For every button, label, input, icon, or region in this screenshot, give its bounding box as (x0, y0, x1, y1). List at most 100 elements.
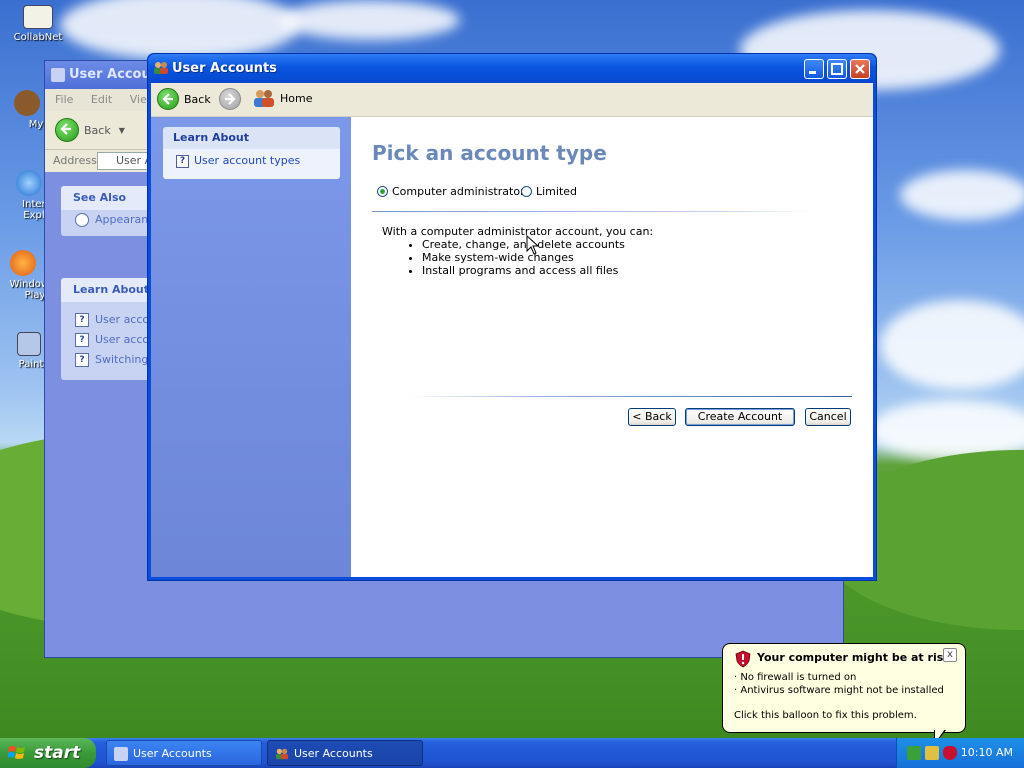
task-label: User Accounts (294, 747, 373, 760)
divider (372, 211, 814, 212)
back-button[interactable]: Back (157, 88, 211, 110)
minimize-icon (809, 71, 816, 74)
radio-label: Computer administrator (392, 185, 525, 198)
toolbar: Back Home (151, 83, 873, 117)
user-icon (14, 90, 40, 116)
back-label: Back (184, 92, 211, 106)
radio-computer-administrator[interactable]: Computer administrator (377, 185, 525, 198)
taskbar-item-user-accounts-1[interactable]: User Accounts (106, 740, 262, 766)
menu-file[interactable]: File (55, 93, 73, 106)
appearance-icon (75, 213, 89, 227)
clock: 10:10 AM (960, 746, 1013, 759)
network-icon[interactable] (907, 746, 921, 760)
security-shield-icon[interactable] (943, 746, 957, 760)
cloud (60, 0, 300, 60)
radio-label: Limited (536, 185, 578, 198)
desktop-icon-collabnet[interactable]: CollabNet (3, 5, 73, 43)
radio-limited[interactable]: Limited (521, 185, 577, 198)
user-accounts-icon (275, 748, 289, 760)
balloon-title: Your computer might be at risk (757, 651, 951, 664)
task-pane: Learn About ? User account types (151, 117, 351, 577)
balloon-action: Click this balloon to fix this problem. (734, 710, 917, 721)
page-title: Pick an account type (372, 141, 607, 165)
learn-about-item[interactable]: ? User account types (163, 149, 340, 173)
back-step-button[interactable]: < Back (628, 408, 676, 426)
user-accounts-icon (51, 68, 65, 82)
create-account-button[interactable]: Create Account (685, 408, 795, 426)
item-label: Appearanc (95, 213, 153, 226)
taskbar: start User Accounts User Accounts 10:10 … (0, 738, 1024, 768)
main-content: Pick an account type Computer administra… (351, 117, 873, 577)
start-label: start (34, 743, 81, 763)
help-icon: ? (75, 333, 89, 347)
cloud (900, 170, 1024, 220)
close-icon (855, 64, 865, 74)
user-accounts-window[interactable]: User Accounts Back Home Learn About ? Us… (147, 53, 877, 581)
window-titlebar[interactable]: User Accounts (148, 54, 876, 83)
taskbar-item-user-accounts-2[interactable]: User Accounts (267, 740, 423, 766)
item-label: Switching u (95, 353, 153, 366)
task-label: User Accounts (133, 747, 212, 760)
learn-about-panel: Learn About ? User accou ? User accou ? Swi… (61, 278, 153, 380)
home-label: Home (280, 91, 313, 105)
back-label: Back (84, 123, 111, 137)
description-intro: With a computer administrator account, y… (382, 225, 654, 238)
user-accounts-icon (154, 62, 168, 74)
user-accounts-icon (114, 747, 128, 761)
balloon-line: · No firewall is turned on (734, 672, 857, 683)
start-button[interactable]: start (0, 738, 96, 768)
balloon-line: · Antivirus software might not be instal… (734, 685, 944, 696)
help-icon: ? (176, 155, 189, 168)
system-tray: 10:10 AM (896, 738, 1024, 768)
address-label: Address (53, 154, 97, 167)
paint-icon (17, 332, 41, 356)
learn-about-panel: Learn About ? User account types (163, 127, 340, 179)
mouse-cursor-icon (526, 235, 540, 255)
update-icon[interactable] (925, 746, 939, 760)
menu-edit[interactable]: Edit (91, 93, 112, 106)
panel-header: See Also (61, 186, 153, 210)
panel-header: Learn About (163, 127, 340, 149)
desktop-icon-label: CollabNet (13, 32, 63, 43)
forward-arrow-icon (219, 88, 241, 110)
security-shield-icon (735, 650, 751, 668)
minimize-button[interactable] (804, 59, 824, 79)
help-icon: ? (75, 353, 89, 367)
internet-explorer-icon (16, 170, 42, 196)
description: With a computer administrator account, y… (382, 225, 653, 277)
item-label: User accou (95, 313, 153, 326)
home-button[interactable]: Home (253, 88, 312, 108)
back-button[interactable]: Back ▼ (55, 118, 125, 142)
forward-button[interactable] (219, 88, 241, 113)
see-also-panel: See Also Appearanc (61, 186, 153, 236)
panel-header: Learn About (61, 278, 153, 302)
window-body: Learn About ? User account types Pick an… (151, 117, 873, 577)
learn-about-item[interactable]: ? User accou (61, 310, 153, 330)
close-button[interactable] (850, 59, 870, 79)
certificate-icon (23, 5, 53, 29)
capability-list: Create, change, and delete accounts Make… (382, 238, 653, 277)
home-users-icon (254, 90, 274, 107)
radio-dot[interactable] (521, 186, 532, 197)
list-item: Install programs and access all files (422, 264, 653, 277)
radio-dot-selected[interactable] (377, 186, 388, 197)
chevron-down-icon: ▼ (118, 125, 125, 135)
see-also-item[interactable]: Appearanc (61, 210, 153, 230)
item-label: User account types (194, 154, 301, 167)
cloud (880, 300, 1024, 390)
learn-about-item[interactable]: ? User accou (61, 330, 153, 350)
maximize-button[interactable] (827, 59, 847, 79)
cancel-button[interactable]: Cancel (805, 408, 851, 426)
item-label: User accou (95, 333, 153, 346)
maximize-icon (831, 63, 843, 75)
security-balloon[interactable]: Your computer might be at risk x · No fi… (722, 643, 966, 746)
media-player-icon (10, 250, 36, 276)
back-arrow-icon (55, 118, 79, 142)
cloud (280, 0, 460, 40)
balloon-close-button[interactable]: x (943, 648, 957, 662)
help-icon: ? (75, 313, 89, 327)
learn-about-item[interactable]: ? Switching u (61, 350, 153, 370)
divider (406, 396, 852, 397)
windows-logo-icon (8, 746, 25, 759)
back-arrow-icon (157, 88, 179, 110)
